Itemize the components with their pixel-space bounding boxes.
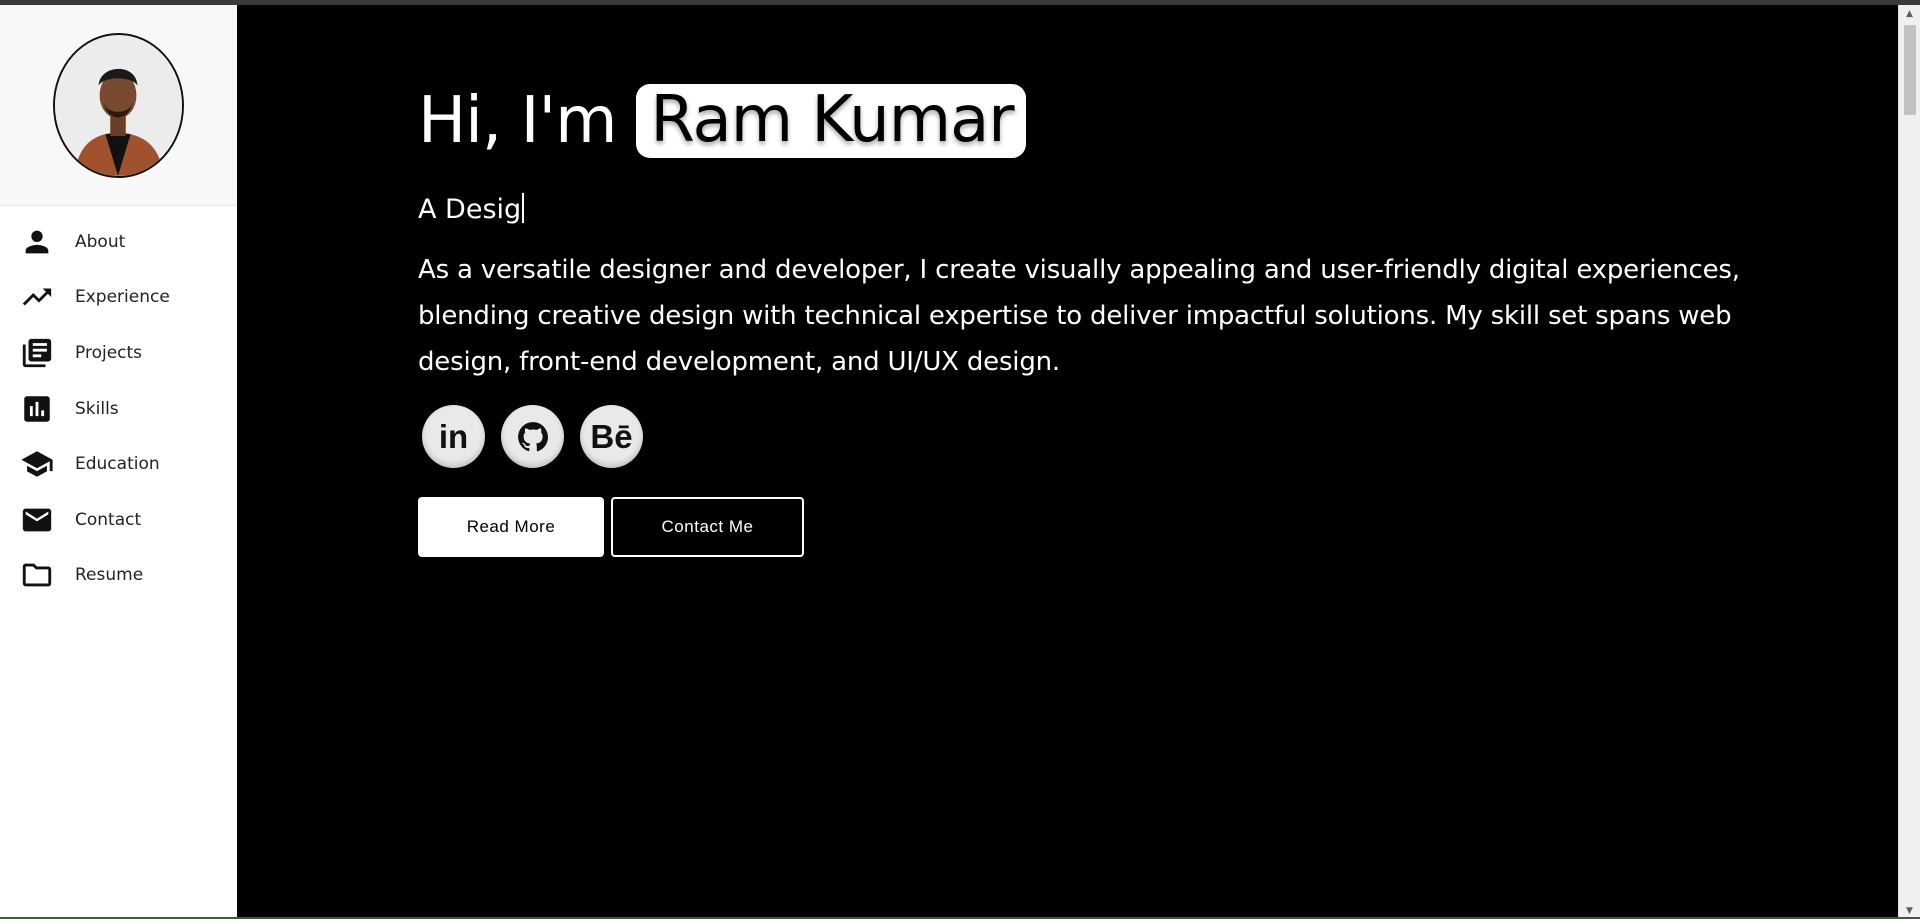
sidebar-item-about[interactable]: About xyxy=(0,214,237,270)
person-icon xyxy=(20,225,54,259)
mail-icon xyxy=(20,503,54,537)
greeting-text: Hi, I'm xyxy=(418,84,617,158)
folder-icon xyxy=(20,558,54,592)
page-title: Hi, I'm Ram Kumar xyxy=(418,79,1818,163)
main-content: Hi, I'm Ram Kumar A Desig As a versatile… xyxy=(237,5,1898,919)
scroll-up-icon[interactable]: ▲ xyxy=(1899,5,1920,22)
behance-link[interactable]: Bē xyxy=(580,405,643,468)
github-link[interactable] xyxy=(501,405,564,468)
cta-buttons: Read More Contact Me xyxy=(418,497,1818,557)
typing-cursor xyxy=(522,193,525,223)
read-more-button[interactable]: Read More xyxy=(418,497,604,557)
name-highlight: Ram Kumar xyxy=(636,84,1026,158)
sidebar: About Experience Projects Skills Educati… xyxy=(0,5,237,919)
linkedin-link[interactable]: in xyxy=(422,405,485,468)
sidebar-nav: About Experience Projects Skills Educati… xyxy=(0,206,237,603)
sidebar-item-contact[interactable]: Contact xyxy=(0,492,237,548)
profile-header xyxy=(0,5,237,206)
typed-role-text: A Desig xyxy=(418,194,522,225)
behance-icon: Bē xyxy=(590,417,633,455)
social-links: in Bē xyxy=(418,405,1818,468)
bar-chart-icon xyxy=(20,392,54,426)
sidebar-item-projects[interactable]: Projects xyxy=(0,325,237,381)
sidebar-item-experience[interactable]: Experience xyxy=(0,270,237,326)
vertical-scrollbar[interactable]: ▲ ▼ xyxy=(1898,5,1920,919)
sidebar-item-label: Resume xyxy=(75,565,144,586)
scrollbar-thumb[interactable] xyxy=(1904,25,1916,115)
github-icon xyxy=(517,421,548,451)
browser-window: About Experience Projects Skills Educati… xyxy=(0,5,1920,919)
avatar xyxy=(53,32,184,178)
sidebar-item-skills[interactable]: Skills xyxy=(0,381,237,437)
trending-up-icon xyxy=(20,280,54,314)
contact-me-button[interactable]: Contact Me xyxy=(611,497,804,557)
sidebar-item-label: Education xyxy=(75,454,160,475)
hero-section: Hi, I'm Ram Kumar A Desig As a versatile… xyxy=(418,79,1818,557)
bio-paragraph: As a versatile designer and developer, I… xyxy=(418,255,1740,377)
graduation-cap-icon xyxy=(20,447,54,481)
sidebar-item-resume[interactable]: Resume xyxy=(0,548,237,604)
typed-role: A Desig xyxy=(418,192,1818,228)
sidebar-item-education[interactable]: Education xyxy=(0,436,237,492)
library-books-icon xyxy=(20,336,54,370)
sidebar-item-label: Experience xyxy=(75,287,170,308)
linkedin-icon: in xyxy=(438,417,469,455)
sidebar-item-label: About xyxy=(75,231,126,252)
sidebar-item-label: Projects xyxy=(75,342,143,363)
sidebar-item-label: Contact xyxy=(75,509,142,530)
sidebar-item-label: Skills xyxy=(75,398,119,419)
